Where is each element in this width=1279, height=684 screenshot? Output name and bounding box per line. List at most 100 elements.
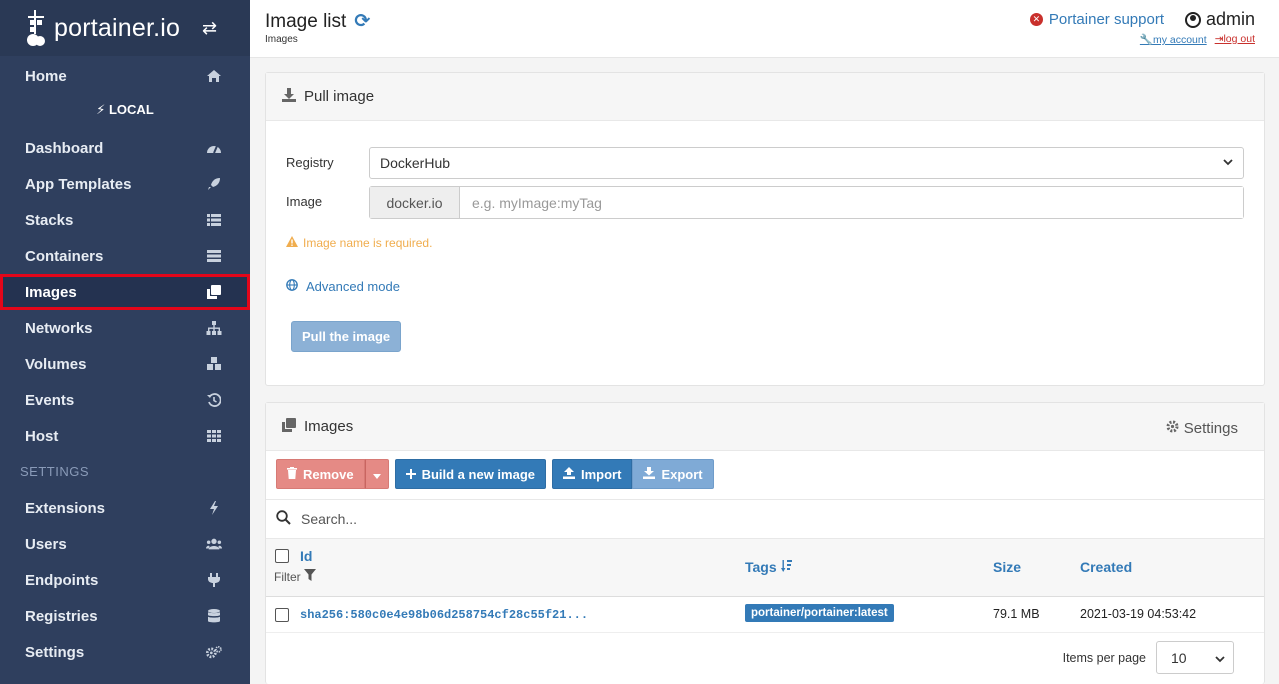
- server-icon: [206, 248, 222, 264]
- history-icon: [206, 392, 222, 408]
- id-filter-button[interactable]: Filter: [274, 569, 316, 584]
- sidebar: portainer.io ⇄ Home ⚡ LOCAL Dashboard Ap…: [0, 0, 250, 684]
- refresh-icon[interactable]: ⟳: [354, 10, 370, 33]
- image-size: 79.1 MB: [993, 607, 1040, 621]
- sidebar-item-dashboard[interactable]: Dashboard: [0, 130, 250, 166]
- sidebar-item-label: Extensions: [25, 499, 106, 517]
- user-name: admin: [1184, 9, 1255, 30]
- account-links: 🔧my account ⇥log out: [1140, 33, 1255, 46]
- exchange-icon[interactable]: ⇄: [202, 18, 217, 39]
- registry-prefix: docker.io: [370, 187, 460, 218]
- th-icon: [206, 428, 222, 444]
- sidebar-section-settings: SETTINGS: [20, 464, 90, 479]
- support-link[interactable]: ✕ Portainer support: [1029, 11, 1164, 28]
- items-per-page-label: Items per page: [1062, 650, 1146, 665]
- registry-label: Registry: [286, 155, 334, 170]
- wrench-icon: 🔧: [1139, 34, 1153, 46]
- sidebar-item-home[interactable]: Home: [0, 58, 250, 94]
- sidebar-item-containers[interactable]: Containers: [0, 238, 250, 274]
- import-button[interactable]: Import: [552, 459, 633, 489]
- user-circle-icon: [1184, 11, 1201, 28]
- sidebar-item-settings[interactable]: Settings: [0, 634, 250, 670]
- cubes-icon: [206, 356, 222, 372]
- sidebar-item-users[interactable]: Users: [0, 526, 250, 562]
- page-header: Image list ⟳ Images ✕ Portainer support …: [250, 0, 1279, 58]
- column-header-size[interactable]: Size: [993, 559, 1021, 575]
- sidebar-item-label: Settings: [25, 643, 85, 661]
- sitemap-icon: [206, 320, 222, 336]
- download-icon: [643, 466, 656, 482]
- sidebar-item-volumes[interactable]: Volumes: [0, 346, 250, 382]
- pull-image-button[interactable]: Pull the image: [291, 321, 402, 352]
- pull-image-panel: Pull image Registry DockerHub Image dock…: [265, 72, 1265, 386]
- clone-icon: [206, 284, 222, 300]
- tachometer-icon: [206, 140, 222, 156]
- breadcrumb: Images: [265, 34, 298, 45]
- sort-icon: [780, 559, 793, 575]
- registry-select[interactable]: DockerHub: [369, 147, 1244, 179]
- caret-down-icon: [372, 467, 381, 482]
- sidebar-item-endpoints[interactable]: Endpoints: [0, 562, 250, 598]
- pull-image-title: Pull image: [304, 88, 375, 105]
- sidebar-item-stacks[interactable]: Stacks: [0, 202, 250, 238]
- sidebar-item-host[interactable]: Host: [0, 418, 250, 454]
- export-button[interactable]: Export: [632, 459, 714, 489]
- build-image-button[interactable]: Build a new image: [394, 459, 546, 489]
- sidebar-item-images[interactable]: Images: [0, 274, 250, 310]
- sidebar-item-app-templates[interactable]: App Templates: [0, 166, 250, 202]
- images-title: Images: [304, 418, 354, 435]
- users-icon: [206, 536, 222, 552]
- select-all-checkbox[interactable]: [275, 549, 289, 563]
- image-tag-badge: portainer/portainer:latest: [745, 604, 894, 622]
- endpoint-name: ⚡ LOCAL: [96, 102, 154, 117]
- images-toolbar: Remove Build a new image Import Export: [276, 459, 714, 489]
- gear-icon: [1166, 420, 1179, 437]
- my-account-link[interactable]: 🔧my account: [1140, 33, 1207, 46]
- sidebar-item-networks[interactable]: Networks: [0, 310, 250, 346]
- sidebar-item-label: Host: [25, 427, 59, 445]
- sidebar-item-events[interactable]: Events: [0, 382, 250, 418]
- remove-options-dropdown[interactable]: [364, 459, 389, 489]
- image-name-input[interactable]: [460, 187, 1243, 218]
- chevron-down-icon: [1223, 157, 1233, 169]
- column-header-created[interactable]: Created: [1080, 559, 1132, 575]
- brand-name: portainer.io: [54, 13, 181, 42]
- life-ring-icon: ✕: [1029, 13, 1043, 26]
- upload-icon: [563, 466, 575, 482]
- portainer-logo[interactable]: portainer.io: [24, 8, 180, 48]
- bolt-icon: [206, 500, 222, 516]
- sidebar-item-label: Networks: [25, 319, 93, 337]
- sidebar-item-label: Images: [25, 283, 77, 301]
- cogs-icon: [206, 644, 222, 660]
- sidebar-item-registries[interactable]: Registries: [0, 598, 250, 634]
- sidebar-item-label: Users: [25, 535, 67, 553]
- log-out-link[interactable]: ⇥log out: [1215, 33, 1255, 46]
- sidebar-item-label: Registries: [25, 607, 98, 625]
- clone-icon: [282, 418, 296, 435]
- database-icon: [206, 608, 222, 624]
- sidebar-item-extensions[interactable]: Extensions: [0, 490, 250, 526]
- table-settings-button[interactable]: Settings: [1166, 420, 1238, 437]
- remove-button[interactable]: Remove: [276, 459, 365, 489]
- plus-icon: [405, 467, 416, 482]
- trash-icon: [287, 466, 297, 482]
- column-header-tags[interactable]: Tags: [745, 559, 793, 575]
- home-icon: [206, 68, 222, 84]
- row-checkbox[interactable]: [275, 608, 289, 622]
- column-header-id[interactable]: Id: [300, 548, 312, 564]
- sidebar-item-label: Volumes: [25, 355, 87, 373]
- table-row: sha256:580c0e4e98b06d258754cf28c55f21...…: [266, 597, 1264, 633]
- table-header: Id Filter Tags Size Created: [266, 539, 1264, 597]
- image-created: 2021-03-19 04:53:42: [1080, 607, 1197, 621]
- download-icon: [282, 88, 296, 105]
- items-per-page-select[interactable]: 10: [1156, 641, 1234, 674]
- search-icon: [276, 510, 291, 528]
- search-input[interactable]: [301, 511, 901, 527]
- search-bar: [266, 499, 1264, 539]
- image-id-link[interactable]: sha256:580c0e4e98b06d258754cf28c55f21...: [300, 608, 588, 622]
- plug-icon: [206, 572, 222, 588]
- image-label: Image: [286, 194, 323, 209]
- advanced-mode-link[interactable]: Advanced mode: [286, 279, 400, 294]
- chevron-down-icon: [1215, 650, 1225, 666]
- image-required-warning: Image name is required.: [286, 236, 432, 250]
